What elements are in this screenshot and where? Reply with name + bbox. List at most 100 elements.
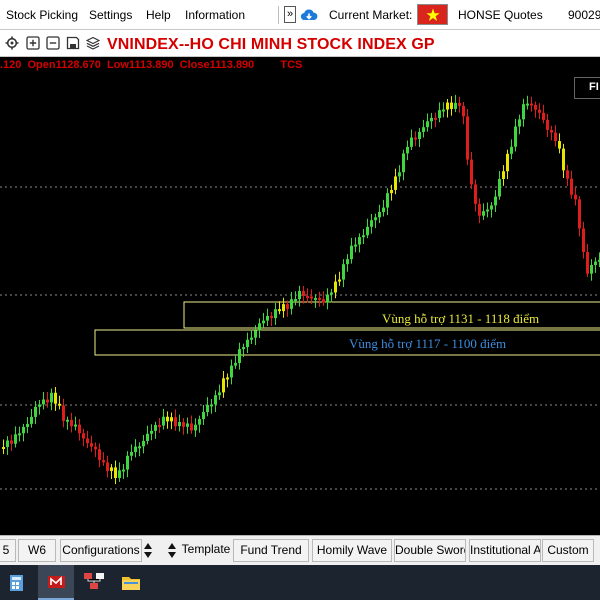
taskbar-network-app[interactable] <box>76 565 116 600</box>
candle-body <box>82 433 85 439</box>
tab-w6[interactable]: W6 <box>18 539 56 562</box>
candle-body <box>518 119 521 127</box>
tab-homily-wave[interactable]: Homily Wave <box>312 539 392 562</box>
cloud-download-icon[interactable] <box>300 6 318 24</box>
candle-body <box>486 209 489 212</box>
support-zone-label: Vùng hỗ trợ 1117 - 1100 điểm <box>349 336 506 351</box>
candle-body <box>554 132 557 142</box>
candle-body <box>298 290 301 300</box>
candle-body <box>162 416 165 426</box>
add-icon[interactable] <box>26 36 40 50</box>
chart-canvas[interactable]: Vùng hỗ trợ 1131 - 1118 điểm Vùng hỗ trợ … <box>0 57 600 515</box>
save-icon[interactable] <box>66 36 80 50</box>
menu-information[interactable]: Information <box>185 8 245 22</box>
candle-body <box>178 422 181 427</box>
support-zone-box <box>94 329 600 356</box>
tab-institutional[interactable]: Institutional A <box>469 539 541 562</box>
candle-body <box>526 103 529 106</box>
candle-body <box>230 365 233 378</box>
candle-body <box>198 419 201 425</box>
candle-body <box>238 349 241 363</box>
candle-body <box>226 377 229 380</box>
account-number: 900294 <box>568 8 600 22</box>
candle-body <box>22 426 25 434</box>
candle-body <box>530 103 533 106</box>
tab-custom[interactable]: Custom <box>542 539 594 562</box>
tab-fund-trend[interactable]: Fund Trend <box>233 539 309 562</box>
candle-body <box>158 425 161 428</box>
candle-body <box>482 211 485 216</box>
candle-body <box>322 299 325 303</box>
candle-body <box>146 433 149 441</box>
candle-body <box>114 467 117 478</box>
tab-template[interactable]: Template <box>180 539 232 562</box>
network-app-icon <box>84 573 104 589</box>
menu-overflow-button[interactable]: » <box>284 6 296 23</box>
candle-body <box>258 323 261 331</box>
candle-body <box>502 171 505 179</box>
settings-icon[interactable] <box>5 36 19 50</box>
candle-body <box>186 423 189 427</box>
ohlc-readout: .120 Open1128.670 Low1113.890 Close1113.… <box>0 59 305 71</box>
candle-body <box>134 446 137 453</box>
menu-help[interactable]: Help <box>146 8 171 22</box>
candle-body <box>282 304 285 312</box>
candle-body <box>450 102 453 109</box>
taskbar-chart-app[interactable] <box>38 565 74 600</box>
candle-body <box>326 294 329 303</box>
candle-body <box>590 265 593 274</box>
sort-updown-icon[interactable] <box>167 542 177 559</box>
fi-button[interactable]: FI <box>574 77 600 99</box>
taskbar-calculator[interactable] <box>0 565 40 600</box>
candle-body <box>118 470 121 478</box>
candle-body <box>34 406 37 417</box>
candle-body <box>362 235 365 238</box>
candle-body <box>382 207 385 213</box>
layers-icon[interactable] <box>86 36 100 50</box>
candle-body <box>570 178 573 195</box>
tab-5[interactable]: 5 <box>0 539 16 562</box>
candle-body <box>58 403 61 406</box>
candle-body <box>374 217 377 221</box>
candle-body <box>358 237 361 245</box>
candle-body <box>490 205 493 210</box>
chart-app-icon <box>48 576 65 588</box>
menu-stock-picking[interactable]: Stock Picking <box>6 8 78 22</box>
candle-body <box>78 424 81 434</box>
candle-body <box>386 193 389 208</box>
candle-body <box>94 446 97 450</box>
candle-body <box>150 430 153 434</box>
candle-body <box>494 196 497 206</box>
candle-body <box>54 392 57 404</box>
quotes-label[interactable]: HONSE Quotes <box>458 8 543 22</box>
candle-body <box>190 423 193 431</box>
candlestick-chart[interactable]: Vùng hỗ trợ 1131 - 1118 điểm Vùng hỗ trợ … <box>0 57 600 515</box>
candle-body <box>594 261 597 266</box>
candle-body <box>42 399 45 405</box>
tab-configurations[interactable]: Configurations <box>60 539 142 562</box>
candle-body <box>222 378 225 393</box>
tab-double-sword[interactable]: Double Sword <box>394 539 466 562</box>
candle-body <box>350 245 353 260</box>
candle-body <box>454 102 457 109</box>
candle-body <box>406 146 409 154</box>
candle-body <box>338 279 341 282</box>
candle-body <box>122 469 125 472</box>
candle-body <box>458 102 461 106</box>
candle-body <box>478 203 481 216</box>
candle-body <box>142 440 145 447</box>
candle-body <box>398 172 401 177</box>
vietnam-flag-icon[interactable] <box>417 4 448 25</box>
candle-body <box>402 153 405 173</box>
taskbar-file-explorer[interactable] <box>112 565 152 600</box>
candle-body <box>286 304 289 309</box>
menu-settings[interactable]: Settings <box>89 8 132 22</box>
remove-icon[interactable] <box>46 36 60 50</box>
candle-body <box>234 362 237 366</box>
bottom-tab-bar: 5 W6 Configurations Template Fund Trend … <box>0 535 600 565</box>
candle-body <box>438 110 441 119</box>
candle-body <box>418 131 421 140</box>
sort-updown-icon[interactable] <box>143 542 153 559</box>
candle-body <box>522 104 525 120</box>
menu-separator <box>278 6 279 24</box>
